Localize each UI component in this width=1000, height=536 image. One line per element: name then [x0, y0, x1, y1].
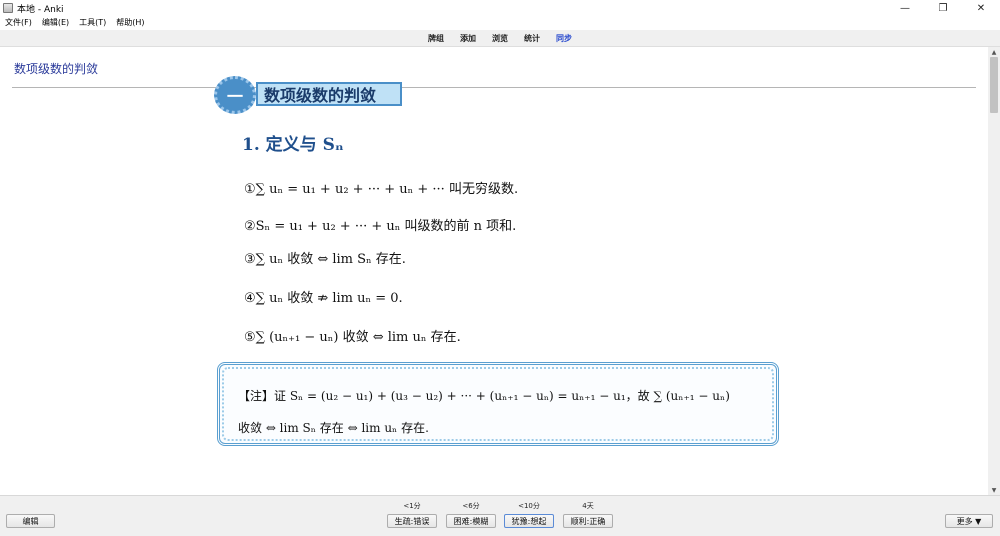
toolbar-sync[interactable]: 同步 — [556, 33, 572, 44]
answer-hard-button[interactable]: 困难:模糊 — [446, 514, 496, 528]
close-icon[interactable]: ✕ — [962, 0, 1000, 16]
more-button[interactable]: 更多 ▼ — [945, 514, 993, 528]
subsection-title: 1. 定义与 Sₙ — [242, 135, 344, 155]
formula-1: ①∑ uₙ = u₁ + u₂ + ··· + uₙ + ··· 叫无穷级数. — [244, 182, 519, 197]
section-title: 数项级数的判敛 — [256, 82, 402, 106]
section-number-badge: 一 — [214, 76, 256, 114]
toolbar-add[interactable]: 添加 — [460, 33, 476, 44]
interval-hard: <6分 — [462, 502, 480, 510]
formula-4: ④∑ uₙ 收敛 ⇏ lim uₙ = 0. — [244, 291, 403, 306]
note-line-1: 【注】证 Sₙ = (u₂ − u₁) + (u₃ − u₂) + ··· + … — [238, 389, 730, 403]
interval-easy: 4天 — [582, 502, 594, 510]
vertical-scrollbar[interactable]: ▲ ▼ — [988, 47, 1000, 495]
card-view: 数项级数的判敛 一 数项级数的判敛 1. 定义与 Sₙ ①∑ uₙ = u₁ +… — [0, 47, 988, 495]
menu-bar: 文件(F) 编辑(E) 工具(T) 帮助(H) — [0, 16, 150, 29]
edit-button[interactable]: 编辑 — [6, 514, 55, 528]
interval-good: <10分 — [518, 502, 540, 510]
minimize-icon[interactable]: — — [886, 0, 924, 16]
menu-file[interactable]: 文件(F) — [0, 16, 37, 29]
answer-good-button[interactable]: 犹豫:想起 — [504, 514, 554, 528]
interval-again: <1分 — [403, 502, 421, 510]
review-bottom-bar: 编辑 <1分 生疏:错误 <6分 困难:模糊 <10分 犹豫:想起 4天 顺利:… — [0, 495, 1000, 536]
card-image: 一 数项级数的判敛 1. 定义与 Sₙ ①∑ uₙ = u₁ + u₂ + ··… — [210, 72, 790, 448]
toolbar-browse[interactable]: 浏览 — [492, 33, 508, 44]
formula-5: ⑤∑ (uₙ₊₁ − uₙ) 收敛 ⇔ lim uₙ 存在. — [244, 330, 461, 345]
scroll-down-icon[interactable]: ▼ — [988, 485, 1000, 495]
answer-again-button[interactable]: 生疏:错误 — [387, 514, 437, 528]
menu-edit[interactable]: 编辑(E) — [37, 16, 74, 29]
main-toolbar: 牌组 添加 浏览 统计 同步 — [0, 30, 1000, 47]
toolbar-stats[interactable]: 统计 — [524, 33, 540, 44]
title-bar: 本地 - Anki — ❐ ✕ — [0, 0, 1000, 16]
answer-easy-button[interactable]: 顺利:正确 — [563, 514, 613, 528]
window-controls: — ❐ ✕ — [886, 0, 1000, 16]
scroll-thumb[interactable] — [990, 57, 998, 113]
scroll-up-icon[interactable]: ▲ — [988, 47, 1000, 57]
menu-help[interactable]: 帮助(H) — [111, 16, 149, 29]
anki-app-icon — [3, 3, 13, 13]
toolbar-decks[interactable]: 牌组 — [428, 33, 444, 44]
note-box: 【注】证 Sₙ = (u₂ − u₁) + (u₃ − u₂) + ··· + … — [217, 362, 779, 446]
window-title: 本地 - Anki — [17, 4, 64, 15]
formula-2: ②Sₙ = u₁ + u₂ + ··· + uₙ 叫级数的前 n 项和. — [244, 219, 517, 234]
menu-tools[interactable]: 工具(T) — [74, 16, 111, 29]
formula-3: ③∑ uₙ 收敛 ⇔ lim Sₙ 存在. — [244, 252, 406, 267]
maximize-icon[interactable]: ❐ — [924, 0, 962, 16]
note-line-2: 收敛 ⇔ lim Sₙ 存在 ⇔ lim uₙ 存在. — [238, 421, 429, 435]
card-question-header: 数项级数的判敛 — [14, 62, 99, 76]
